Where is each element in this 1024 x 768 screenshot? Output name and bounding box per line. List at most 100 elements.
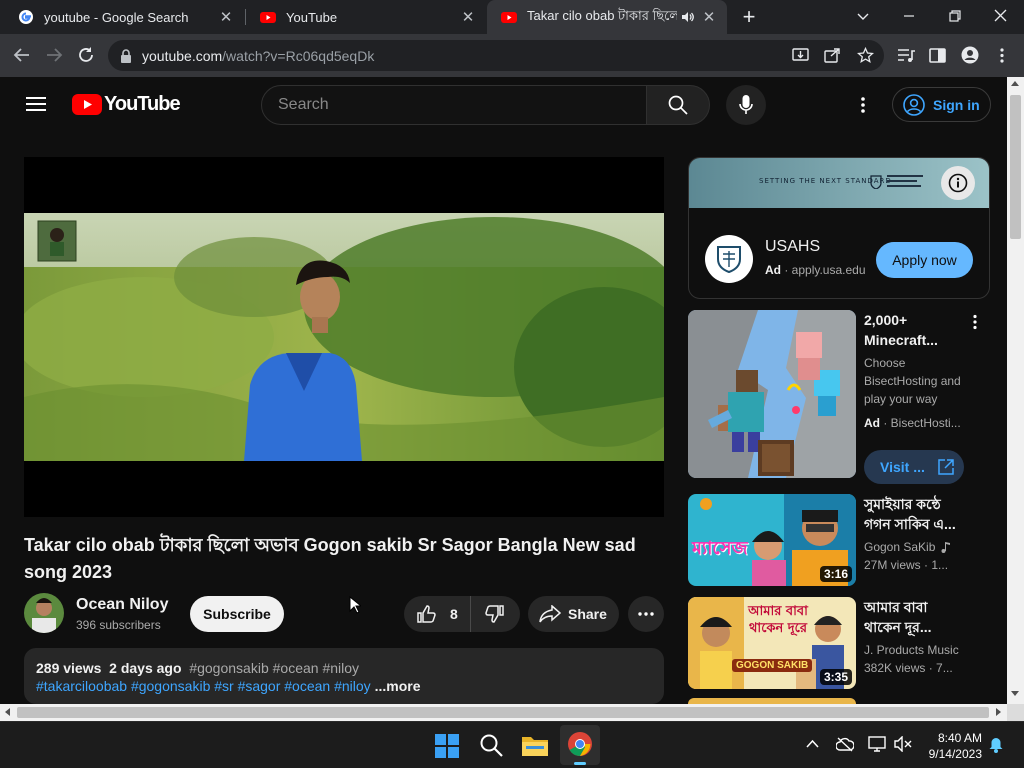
reload-icon[interactable] <box>77 46 95 64</box>
system-clock[interactable]: 8:40 AM 9/14/2023 <box>920 730 982 762</box>
install-app-icon[interactable] <box>792 47 809 64</box>
hamburger-menu-icon[interactable] <box>26 96 46 112</box>
mouse-cursor-icon <box>349 596 361 614</box>
ad-info-button[interactable] <box>941 166 975 200</box>
share-page-icon[interactable] <box>824 47 841 64</box>
vertical-scroll-thumb[interactable] <box>1010 95 1021 239</box>
like-dislike-group: 8 <box>404 596 520 632</box>
clock-date: 9/14/2023 <box>928 747 982 761</box>
visit-button[interactable]: Visit ... <box>864 450 964 484</box>
share-arrow-icon <box>539 605 561 623</box>
scroll-up-arrow-icon[interactable] <box>1011 81 1019 86</box>
share-button[interactable]: Share <box>528 596 619 632</box>
sidebar-video-title-line1: সুমাইয়ার কন্ঠে <box>864 496 941 512</box>
ad-label: Ad <box>765 263 781 277</box>
search-icon <box>668 95 688 115</box>
video-duration-badge: 3:16 <box>819 566 852 582</box>
apply-now-button[interactable]: Apply now <box>876 242 973 278</box>
channel-avatar[interactable] <box>24 593 64 633</box>
youtube-favicon-icon <box>260 12 276 23</box>
lock-icon[interactable] <box>120 48 132 63</box>
sidebar-ad-advertiser: BisectHosti... <box>890 416 961 430</box>
video-description[interactable]: 289 views 2 days ago #gogonsakib #ocean … <box>24 648 664 704</box>
university-crest-icon <box>870 175 882 189</box>
taskbar-search-icon[interactable] <box>480 734 503 757</box>
sidebar-video-thumbnail[interactable]: আমার বাবা থাকেন দূরে GOGON SAKIB 3:35 <box>688 597 856 689</box>
profile-icon[interactable] <box>961 46 979 64</box>
vertical-scrollbar[interactable] <box>1007 77 1024 704</box>
browser-menu-kebab-icon[interactable] <box>999 47 1005 64</box>
description-hashtags[interactable]: #gogonsakib #ocean #niloy <box>189 660 359 676</box>
video-player[interactable] <box>24 157 664 517</box>
side-panel-icon[interactable] <box>929 47 946 64</box>
sidebar-video-text[interactable]: সুমাইয়ার কন্ঠে গগন সাকিব এ... Gogon SaK… <box>864 494 984 574</box>
visit-label: Visit ... <box>880 459 925 475</box>
sidebar-video-title-line1: আমার বাবা <box>864 599 928 615</box>
sidebar-ad-text[interactable]: 2,000+ Minecraft... Choose BisectHosting… <box>864 310 964 432</box>
ad-banner-card[interactable]: SETTING THE NEXT STANDARD USAHS Ad · app… <box>688 157 990 299</box>
tab-google-search[interactable]: youtube - Google Search ✕ <box>4 0 244 34</box>
more-horizontal-icon <box>638 612 654 616</box>
minimize-icon[interactable] <box>902 9 916 23</box>
youtube-favicon-icon <box>501 12 517 23</box>
voice-search-button[interactable] <box>726 85 766 125</box>
bookmark-star-icon[interactable] <box>857 47 874 64</box>
address-bar[interactable]: youtube.com/watch?v=Rc06qd5eqDk <box>108 40 884 71</box>
search-input[interactable]: Search <box>261 85 647 125</box>
show-more-link[interactable]: ...more <box>375 678 421 694</box>
more-actions-button[interactable] <box>628 596 664 632</box>
volume-muted-icon[interactable] <box>894 736 912 752</box>
close-tab-icon[interactable]: ✕ <box>216 8 236 26</box>
scroll-down-arrow-icon[interactable] <box>1011 691 1019 696</box>
scroll-right-arrow-icon[interactable] <box>996 708 1001 716</box>
active-app-indicator <box>574 762 586 765</box>
show-hidden-icons-chevron-up-icon[interactable] <box>806 739 819 749</box>
music-note-icon <box>941 542 951 553</box>
sidebar-video-channel: Gogon SaKib <box>864 540 936 554</box>
tab-active-video[interactable]: Takar cilo obab টাকার ছিলো অভাব Gogon sa… <box>487 0 727 34</box>
scroll-left-arrow-icon[interactable] <box>5 708 10 716</box>
advertiser-domain: apply.usa.edu <box>791 263 866 277</box>
subscribe-button[interactable]: Subscribe <box>190 596 284 632</box>
forward-arrow-icon[interactable] <box>45 46 63 64</box>
channel-name[interactable]: Ocean Niloy <box>76 596 168 614</box>
youtube-logo[interactable]: YouTube <box>72 93 181 116</box>
clock-time: 8:40 AM <box>937 731 982 745</box>
tab-search-chevron-down-icon[interactable] <box>856 9 870 23</box>
settings-kebab-icon[interactable] <box>860 96 866 114</box>
dislike-button[interactable] <box>471 596 519 632</box>
like-button[interactable]: 8 <box>404 596 471 632</box>
shield-crest-icon <box>717 246 741 273</box>
description-hashtag-links[interactable]: #takarciloobab #gogonsakib #sr #sagor #o… <box>36 678 371 694</box>
close-window-icon[interactable] <box>993 8 1008 23</box>
media-controls-icon[interactable] <box>897 47 915 64</box>
sign-in-button[interactable]: Sign in <box>892 87 991 122</box>
onedrive-cloud-icon[interactable] <box>836 736 854 752</box>
speaker-audio-icon[interactable] <box>681 10 695 24</box>
info-icon <box>948 173 968 193</box>
sidebar-ad-desc-line3: play your way <box>864 392 938 406</box>
file-explorer-icon[interactable] <box>522 734 548 756</box>
sidebar-video-text[interactable]: আমার বাবা থাকেন দূর... J. Products Music… <box>864 597 984 677</box>
sidebar-ad-thumbnail[interactable] <box>688 310 856 478</box>
advertiser-logo <box>705 235 753 283</box>
tab-youtube[interactable]: YouTube ✕ <box>246 0 486 34</box>
restore-icon[interactable] <box>948 9 962 23</box>
horizontal-scroll-thumb[interactable] <box>17 707 989 718</box>
close-tab-icon[interactable]: ✕ <box>699 8 719 26</box>
sidebar-video-title-line2: গগন সাকিব এ... <box>864 516 956 532</box>
search-button[interactable] <box>646 85 710 125</box>
horizontal-scrollbar[interactable] <box>0 704 1007 721</box>
network-display-icon[interactable] <box>868 736 886 752</box>
chrome-taskbar-button[interactable] <box>560 725 600 765</box>
notification-bell-icon[interactable] <box>989 737 1003 753</box>
thumbnail-subcaption: GOGON SAKIB <box>732 659 813 672</box>
new-tab-icon[interactable]: + <box>737 4 761 30</box>
sidebar-ad-title-line1: 2,000+ <box>864 312 908 328</box>
sidebar-item-menu-kebab-icon[interactable] <box>972 314 978 330</box>
thumbs-up-icon <box>417 605 436 623</box>
back-arrow-icon[interactable] <box>13 46 31 64</box>
close-tab-icon[interactable]: ✕ <box>458 8 478 26</box>
windows-start-icon[interactable] <box>435 734 459 758</box>
sidebar-video-thumbnail[interactable]: ম্যাসেজ 3:16 <box>688 494 856 586</box>
